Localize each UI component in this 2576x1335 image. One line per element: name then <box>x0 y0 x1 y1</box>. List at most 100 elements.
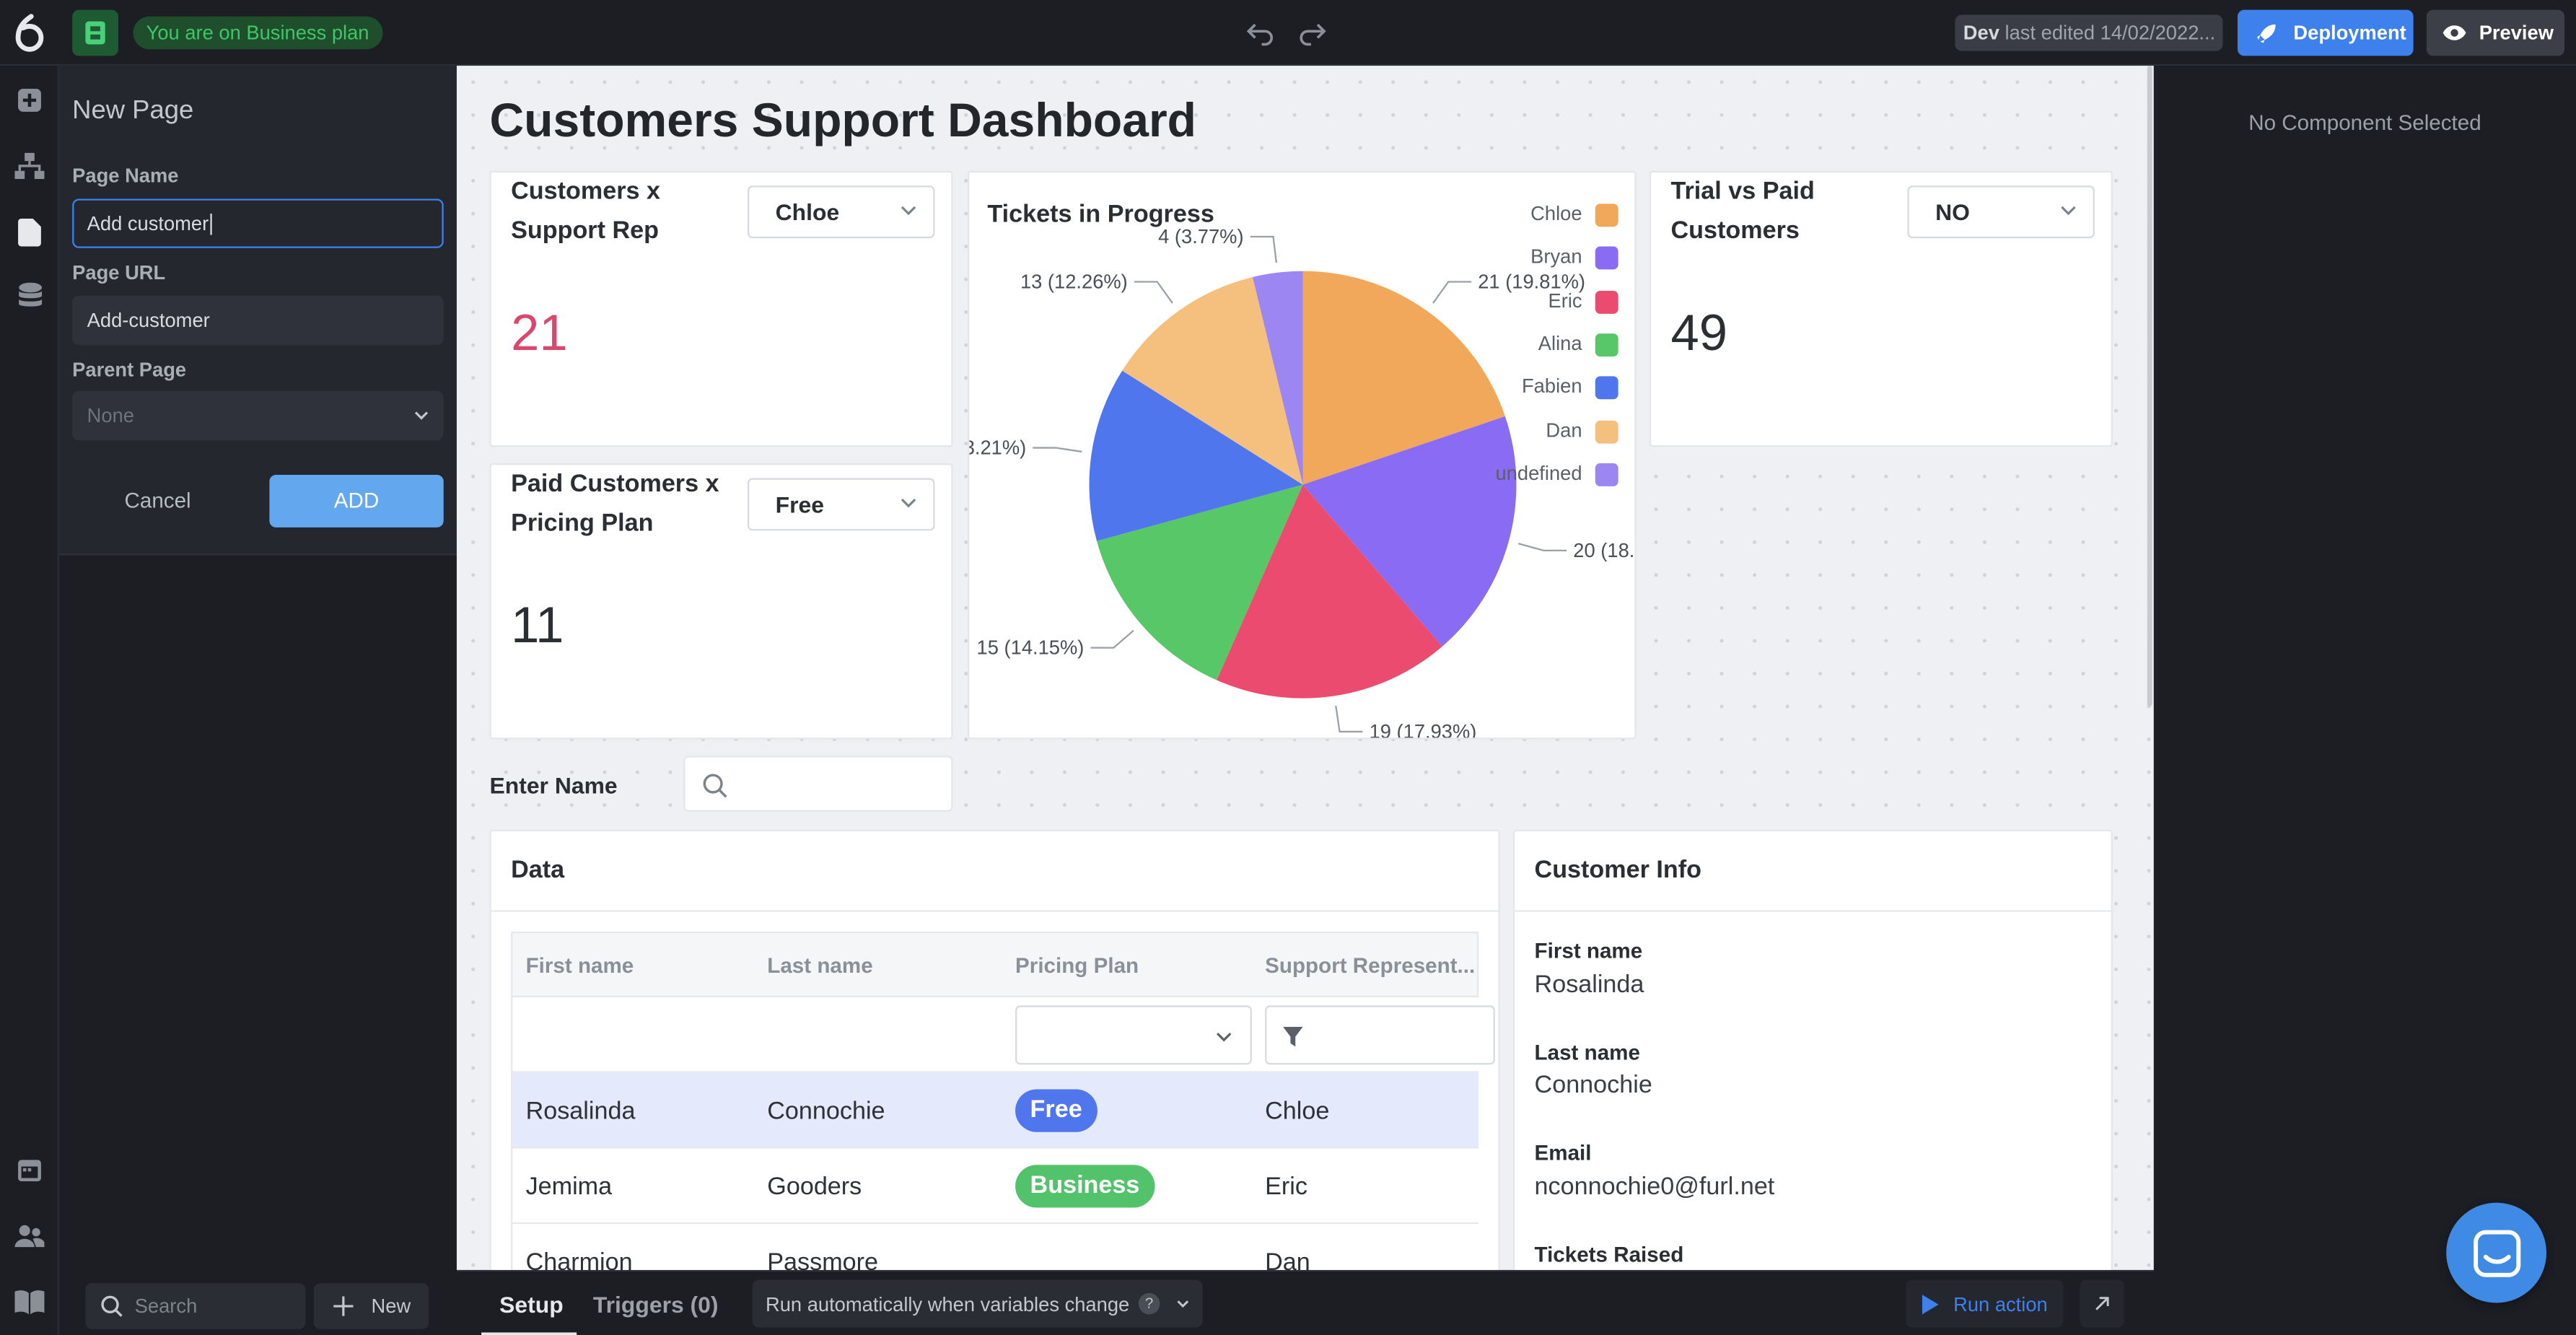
support-rep-select[interactable]: Chloe <box>747 185 935 239</box>
expand-button[interactable] <box>2080 1279 2124 1328</box>
new-page-button[interactable]: New <box>313 1283 429 1329</box>
environment-status[interactable]: Dev last edited 14/02/2022... <box>1955 14 2223 51</box>
tickets-chart-card[interactable]: Tickets in Progress 21 (19.81%)20 (18.81… <box>968 170 1637 740</box>
cancel-button[interactable]: Cancel <box>72 475 243 528</box>
legend-label: Bryan <box>1530 245 1582 268</box>
page-url-label: Page URL <box>72 261 166 284</box>
chat-support-button[interactable] <box>2446 1202 2547 1303</box>
editor-canvas[interactable]: Customers Support Dashboard Customers x … <box>456 66 2154 1270</box>
hierarchy-icon[interactable] <box>12 148 48 184</box>
plan-badge: You are on Business plan <box>133 16 382 50</box>
table-cell: Charmion <box>525 1248 633 1270</box>
app-icon[interactable] <box>72 9 118 56</box>
pie-label-line <box>1090 629 1134 649</box>
database-icon[interactable] <box>12 279 48 315</box>
legend-swatch <box>1595 247 1618 271</box>
legend-item[interactable]: Dan <box>1454 418 1618 444</box>
last-name-value: Connochie <box>1534 1071 1652 1100</box>
column-header[interactable]: Pricing Plan <box>1015 953 1139 978</box>
auto-run-select[interactable]: Run automatically when variables change … <box>752 1279 1203 1328</box>
pages-icon[interactable] <box>12 214 48 250</box>
page-search-input[interactable]: Search <box>85 1283 306 1329</box>
legend-label: undefined <box>1495 461 1582 485</box>
deployment-button[interactable]: Deployment <box>2238 9 2414 56</box>
card-title-line-1: Paid Customers x <box>511 470 719 498</box>
add-component-icon[interactable] <box>12 82 48 118</box>
auto-run-label: Run automatically when variables change <box>765 1292 1130 1316</box>
tab-setup[interactable]: Setup <box>481 1271 577 1335</box>
add-button[interactable]: ADD <box>269 474 444 528</box>
plan-badge: Free <box>1015 1089 1098 1132</box>
legend-swatch <box>1595 376 1618 400</box>
divider <box>1515 910 2115 912</box>
data-table-card[interactable]: Data First name Last name Pricing Plan S… <box>489 829 1500 1270</box>
legend-item[interactable]: undefined <box>1454 461 1618 487</box>
run-action-button[interactable]: Run action <box>1906 1279 2064 1328</box>
table-cell: Eric <box>1265 1173 1307 1202</box>
undo-icon[interactable] <box>1245 18 1275 48</box>
pricing-plan-select[interactable]: Free <box>747 478 935 531</box>
page-name-input[interactable]: Add customer <box>72 198 444 248</box>
card-title: Trial vs Paid Customers <box>1671 172 1815 251</box>
name-search-input[interactable] <box>683 756 953 812</box>
table-row[interactable] <box>511 1072 1479 1149</box>
email-value: nconnochie0@furl.net <box>1534 1173 1775 1202</box>
column-header[interactable]: First name <box>526 953 634 978</box>
page-url-value: Add-customer <box>87 309 210 332</box>
calendar-icon[interactable] <box>12 1152 48 1188</box>
help-icon[interactable]: ? <box>1138 1292 1160 1315</box>
legend-item[interactable]: Bryan <box>1454 245 1618 271</box>
preview-button[interactable]: Preview <box>2426 9 2565 56</box>
column-header[interactable]: Last name <box>767 953 872 978</box>
page-url-input[interactable]: Add-customer <box>72 295 444 346</box>
dashboard-title: Customers Support Dashboard <box>489 95 1197 148</box>
app-logo-icon[interactable] <box>12 13 48 53</box>
users-icon[interactable] <box>12 1217 48 1253</box>
legend-item[interactable]: Chloe <box>1454 202 1618 228</box>
trial-vs-paid-card[interactable]: Trial vs Paid Customers NO 49 <box>1649 170 2113 447</box>
preview-label: Preview <box>2479 21 2554 45</box>
last-edited: last edited 14/02/2022... <box>2005 21 2216 45</box>
customers-support-rep-card[interactable]: Customers x Support Rep Chloe 21 <box>489 170 953 447</box>
trial-count: 49 <box>1670 304 1728 362</box>
email-label: Email <box>1534 1140 1592 1165</box>
table-row[interactable] <box>511 1148 1479 1225</box>
support-rep-value: Chloe <box>775 198 840 225</box>
search-icon <box>703 774 727 798</box>
customer-info-title: Customer Info <box>1534 856 1702 884</box>
parent-page-select[interactable]: None <box>72 390 444 441</box>
legend-label: Chloe <box>1530 202 1582 225</box>
parent-page-label: Parent Page <box>72 358 187 382</box>
table-cell: Gooders <box>767 1173 862 1202</box>
table-title: Data <box>511 856 565 884</box>
chevron-down-icon <box>901 499 916 508</box>
column-header[interactable]: Support Represent... <box>1265 953 1475 978</box>
new-page-form: New Page Page Name Add customer Page URL… <box>58 66 457 556</box>
docs-icon[interactable] <box>12 1283 48 1319</box>
canvas-scrollbar[interactable] <box>2147 66 2152 707</box>
eye-icon <box>2443 25 2466 40</box>
chart-legend: Chloe Bryan Eric Alina Fabien Dan undefined <box>1454 202 1618 530</box>
legend-item[interactable]: Alina <box>1454 332 1618 358</box>
pie-data-label: 4 (3.77%) <box>1158 225 1243 248</box>
plus-icon <box>333 1296 354 1316</box>
pie-label-line <box>1517 543 1567 552</box>
properties-panel: No Component Selected <box>2153 66 2576 1335</box>
legend-swatch <box>1595 290 1618 313</box>
table-row[interactable] <box>511 1224 1479 1270</box>
search-placeholder: Search <box>134 1295 198 1318</box>
pie-data-label: 19 (17.93%) <box>1370 720 1477 740</box>
redo-icon[interactable] <box>1298 18 1328 48</box>
page-name-value: Add customer <box>87 211 209 235</box>
trial-select[interactable]: NO <box>1907 185 2095 239</box>
card-title: Paid Customers x Pricing Plan <box>511 465 719 543</box>
legend-item[interactable]: Fabien <box>1454 375 1618 401</box>
tab-triggers[interactable]: Triggers (0) <box>593 1292 719 1318</box>
plan-filter-select[interactable] <box>1015 1005 1252 1065</box>
paid-customers-plan-card[interactable]: Paid Customers x Pricing Plan Free 11 <box>489 463 953 740</box>
parent-page-value: None <box>87 404 134 427</box>
chevron-down-icon <box>1216 1032 1232 1042</box>
action-bar: Setup Triggers (0) Run automatically whe… <box>456 1269 2154 1335</box>
legend-item[interactable]: Eric <box>1454 289 1618 315</box>
rep-filter-input[interactable] <box>1265 1005 1495 1065</box>
